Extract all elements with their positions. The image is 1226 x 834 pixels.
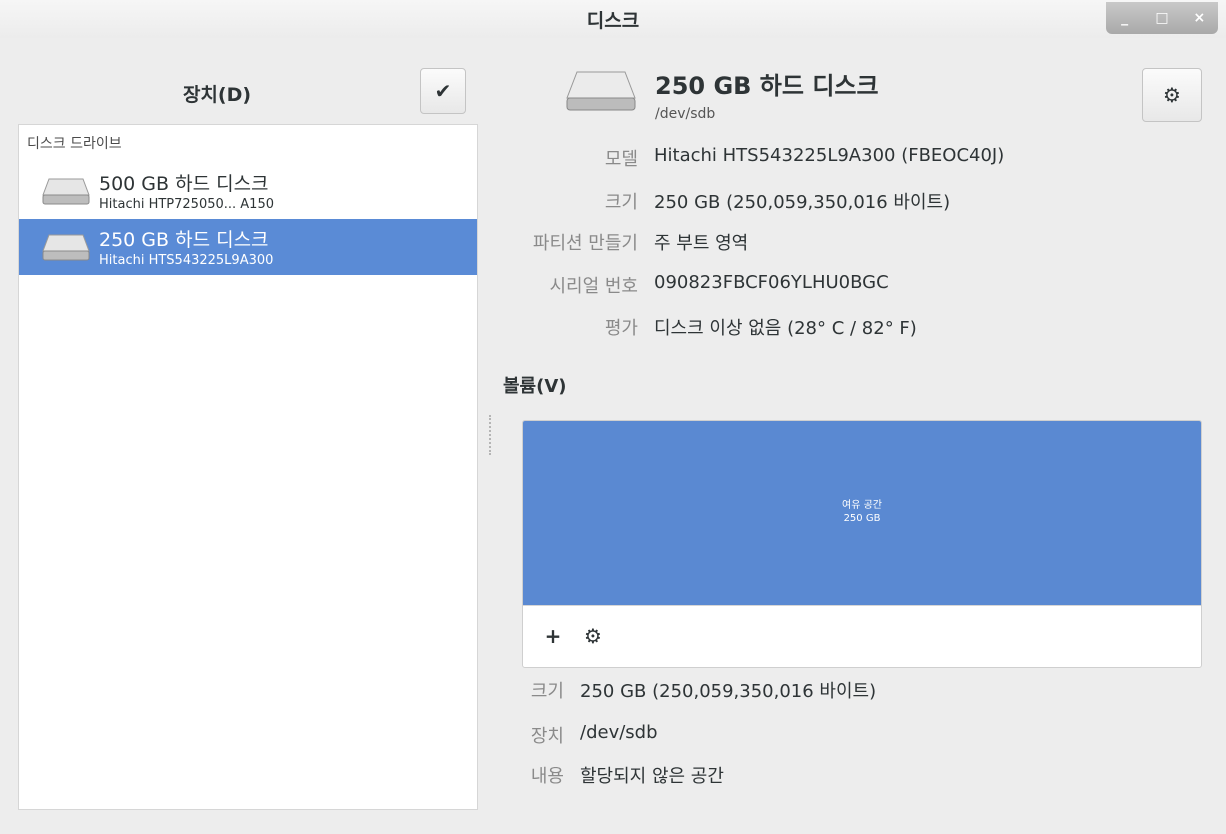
gear-icon: ⚙ bbox=[1163, 83, 1181, 107]
property-label: 시리얼 번호 bbox=[549, 276, 638, 297]
window-controls: _ □ × bbox=[1106, 2, 1218, 34]
checkmark-icon: ✔ bbox=[434, 79, 452, 103]
volume-segment-size: 250 GB bbox=[843, 513, 881, 524]
close-button[interactable]: × bbox=[1184, 10, 1214, 26]
volume-detail-size: 크기 250 GB (250,059,350,016 바이트) bbox=[0, 677, 1226, 707]
detail-value: /dev/sdb bbox=[580, 722, 658, 743]
sidebar-header: 장치(D) ✔ bbox=[18, 68, 476, 118]
disks-window: 디스크 _ □ × 장치(D) ✔ 디스크 드라이브 500 GB 하드 디스크… bbox=[0, 0, 1226, 834]
detail-value: 250 GB (250,059,350,016 바이트) bbox=[580, 681, 877, 702]
volume-segment-name: 여유 공간 bbox=[842, 500, 882, 511]
volume-segment-free-space[interactable]: 여유 공간 250 GB bbox=[523, 421, 1201, 605]
property-label: 크기 bbox=[604, 192, 638, 213]
property-value: 250 GB (250,059,350,016 바이트) bbox=[654, 192, 951, 213]
maximize-button[interactable]: □ bbox=[1147, 10, 1177, 26]
select-mode-button[interactable]: ✔ bbox=[420, 68, 466, 114]
property-model: 모델 Hitachi HTS543225L9A300 (FBEOC40J) bbox=[0, 145, 1226, 175]
detail-value: 할당되지 않은 공간 bbox=[580, 766, 724, 787]
sidebar-title: 장치(D) bbox=[182, 84, 252, 106]
settings-icon[interactable]: ⚙ bbox=[579, 622, 607, 650]
property-label: 모델 bbox=[604, 149, 638, 170]
property-label: 파티션 만들기 bbox=[532, 233, 638, 254]
volume-toolbar: + ⚙ bbox=[523, 605, 1201, 667]
device-list[interactable]: 디스크 드라이브 500 GB 하드 디스크 Hitachi HTP725050… bbox=[18, 124, 478, 810]
detail-label: 내용 bbox=[530, 766, 564, 787]
minimize-button[interactable]: _ bbox=[1110, 10, 1140, 26]
property-size: 크기 250 GB (250,059,350,016 바이트) bbox=[0, 188, 1226, 218]
title-bar[interactable]: 디스크 _ □ × bbox=[0, 0, 1226, 38]
property-value: 디스크 이상 없음 (28° C / 82° F) bbox=[654, 318, 917, 339]
detail-label: 크기 bbox=[530, 681, 564, 702]
disk-settings-button[interactable]: ⚙ bbox=[1142, 68, 1202, 122]
property-value: 주 부트 영역 bbox=[654, 233, 749, 254]
volume-detail-contents: 내용 할당되지 않은 공간 bbox=[0, 762, 1226, 792]
volume-segment-label: 여유 공간 250 GB bbox=[523, 499, 1201, 525]
property-assessment: 평가 디스크 이상 없음 (28° C / 82° F) bbox=[0, 314, 1226, 344]
disk-title: 250 GB 하드 디스크 bbox=[655, 72, 879, 100]
add-partition-button[interactable]: + bbox=[539, 622, 567, 650]
property-value: 090823FBCF06YLHU0BGC bbox=[654, 272, 889, 293]
volume-map: 여유 공간 250 GB + ⚙ bbox=[522, 420, 1202, 668]
window-title: 디스크 bbox=[586, 10, 640, 32]
volumes-title: 볼륨(V) bbox=[503, 376, 567, 397]
disk-path: /dev/sdb bbox=[655, 106, 716, 122]
property-partitioning: 파티션 만들기 주 부트 영역 bbox=[0, 229, 1226, 259]
property-label: 평가 bbox=[604, 318, 638, 339]
property-serial: 시리얼 번호 090823FBCF06YLHU0BGC bbox=[0, 272, 1226, 302]
detail-label: 장치 bbox=[530, 726, 564, 747]
hard-disk-icon bbox=[565, 66, 637, 120]
volume-detail-device: 장치 /dev/sdb bbox=[0, 722, 1226, 752]
property-value: Hitachi HTS543225L9A300 (FBEOC40J) bbox=[654, 145, 1005, 166]
resize-grip[interactable] bbox=[489, 415, 495, 455]
